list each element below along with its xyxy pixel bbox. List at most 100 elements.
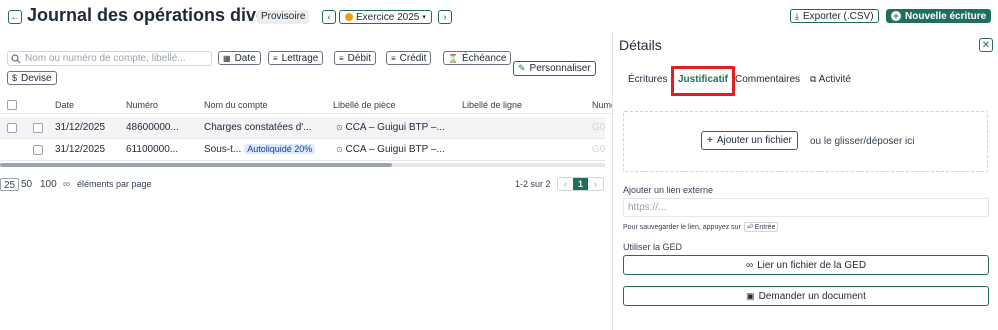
cell-extra: G0 [592, 122, 606, 133]
filter-lettrage-button[interactable]: ≡ Lettrage [268, 51, 324, 65]
cell-piece-label: CCA – Guigui BTP –... [345, 122, 445, 133]
close-icon[interactable]: ✕ [979, 38, 993, 52]
add-file-label: Ajouter un fichier [716, 135, 792, 146]
status-badge: Provisoire [257, 10, 310, 24]
hourglass-icon: ⌛ [448, 53, 458, 63]
filter-lines-icon: ≡ [273, 53, 278, 63]
row-checkbox[interactable] [33, 145, 43, 155]
filter-debit-button[interactable]: ≡ Débit [334, 51, 377, 65]
next-exercise-button[interactable]: › [438, 10, 452, 24]
back-arrow-icon[interactable]: ← [8, 10, 22, 24]
filter-echeance-button[interactable]: ⌛ Échéance [443, 51, 512, 65]
tab-commentaires[interactable]: Commentaires [735, 74, 800, 85]
search-icon [11, 53, 21, 63]
filter-devise-button[interactable]: $ Devise [7, 71, 57, 85]
per-page-label: éléments par page [77, 179, 152, 189]
tab-highlight-box [671, 66, 735, 96]
drop-hint: ou le glisser/déposer ici [810, 136, 915, 147]
filter-date-button[interactable]: ▦ Date [218, 51, 261, 65]
status-dot-icon [345, 13, 353, 21]
new-entry-button[interactable]: + Nouvelle écriture [886, 9, 992, 23]
autoliquide-badge: Autoliquidé 20% [244, 144, 316, 154]
column-libelle-piece[interactable]: Libellé de pièce [333, 100, 396, 110]
chevron-left-icon[interactable]: ‹ [558, 178, 573, 190]
message-icon: ▣ [746, 290, 755, 301]
scrollbar-thumb[interactable] [0, 163, 392, 167]
select-all-checkbox[interactable] [7, 100, 17, 110]
cell-extra: G0 [592, 144, 606, 155]
tab-activite-label: Activité [818, 74, 851, 85]
cell-date: 31/12/2025 [55, 122, 106, 133]
search-input[interactable] [25, 53, 205, 64]
current-page-button[interactable]: 1 [573, 178, 588, 190]
customize-button[interactable]: ✎ Personnaliser [513, 61, 596, 76]
row-group-checkbox[interactable] [7, 123, 17, 133]
filter-lettrage-label: Lettrage [281, 52, 319, 64]
request-document-button[interactable]: ▣ Demander un document [623, 286, 989, 306]
external-url-input[interactable] [623, 198, 989, 217]
tab-ecritures[interactable]: Écritures [628, 74, 667, 85]
add-file-button[interactable]: + Ajouter un fichier [701, 131, 798, 150]
column-nom-compte[interactable]: Nom du compte [204, 100, 268, 110]
page-range-label: 1-2 sur 2 [515, 179, 551, 189]
attachment-icon: ⊙ [336, 123, 343, 132]
chevron-right-icon[interactable]: › [588, 178, 603, 190]
page-size-100[interactable]: 100 [37, 178, 60, 191]
column-numero[interactable]: Numéro [126, 100, 158, 110]
column-libelle-ligne[interactable]: Libellé de ligne [462, 100, 522, 110]
cell-date: 31/12/2025 [55, 144, 106, 155]
save-hint-text: Pour sauvegarder le lien, appuyez sur [623, 223, 741, 231]
cell-compte-label: Sous-t... [204, 144, 242, 155]
export-csv-button[interactable]: ⤓ Exporter (.CSV) [790, 9, 879, 23]
exercise-label: Exercice 2025 [356, 11, 420, 23]
page-size-50[interactable]: 50 [18, 178, 35, 191]
cell-numero: 48600000... [126, 122, 179, 133]
exercise-select[interactable]: Exercice 2025 ▾ [339, 10, 432, 24]
link-icon: ∞ [745, 259, 754, 271]
table-row[interactable]: 31/12/2025 61100000... Sous-t... Autoliqu… [0, 139, 605, 161]
file-dropzone[interactable] [623, 111, 988, 172]
filter-credit-button[interactable]: ≡ Crédit [386, 51, 432, 65]
column-date[interactable]: Date [55, 100, 74, 110]
customize-label: Personnaliser [529, 63, 591, 74]
external-link-label: Ajouter un lien externe [623, 185, 714, 195]
pager: ‹ 1 › [557, 177, 604, 191]
filter-devise-label: Devise [21, 72, 52, 84]
new-entry-label: Nouvelle écriture [905, 10, 987, 22]
dollar-icon: $ [12, 73, 18, 83]
details-panel: Détails ✕ Écritures Justificatif Comment… [612, 32, 998, 330]
filter-credit-label: Crédit [399, 52, 427, 64]
save-hint: Pour sauvegarder le lien, appuyez sur ⏎ … [623, 222, 779, 232]
filter-lines-icon: ≡ [391, 53, 396, 63]
tab-activite[interactable]: ⧉ Activité [810, 74, 851, 85]
calendar-icon: ▦ [223, 53, 231, 63]
filter-debit-label: Débit [347, 52, 372, 64]
link-ged-label: Lier un fichier de la GED [757, 259, 867, 271]
filter-date-label: Date [234, 52, 256, 64]
external-link-icon: ⧉ [810, 74, 817, 84]
details-title: Détails [619, 37, 662, 53]
page-size-25[interactable]: 25 [0, 178, 20, 191]
table-header: Date Numéro Nom du compte Libellé de piè… [0, 96, 616, 114]
download-icon: ⤓ [795, 10, 799, 21]
link-ged-file-button[interactable]: ∞ Lier un fichier de la GED [623, 255, 989, 275]
cell-piece[interactable]: ⊙ CCA – Guigui BTP –... [336, 122, 445, 133]
row-checkbox[interactable] [33, 123, 43, 133]
edit-icon: ✎ [518, 63, 526, 73]
cell-piece-label: CCA – Guigui BTP –... [345, 144, 445, 155]
table-row[interactable]: 31/12/2025 48600000... Charges constatée… [0, 117, 605, 139]
caret-down-icon: ▾ [422, 14, 426, 21]
plus-icon: + [707, 135, 713, 146]
cell-compte: Charges constatées d'... [204, 122, 312, 133]
ged-label: Utiliser la GED [623, 242, 683, 252]
enter-key-badge: ⏎ Entrée [743, 222, 779, 232]
page-size-all[interactable]: ∞ [60, 178, 73, 191]
previous-exercise-button[interactable]: ‹ [322, 10, 336, 24]
filter-lines-icon: ≡ [339, 53, 344, 63]
plus-circle-icon: + [891, 11, 901, 21]
cell-compte: Sous-t... Autoliquidé 20% [204, 144, 316, 155]
export-label: Exporter (.CSV) [802, 10, 874, 22]
cell-piece[interactable]: ⊙ CCA – Guigui BTP –... [336, 144, 445, 155]
cell-numero: 61100000... [126, 144, 179, 155]
search-field[interactable] [7, 51, 212, 66]
